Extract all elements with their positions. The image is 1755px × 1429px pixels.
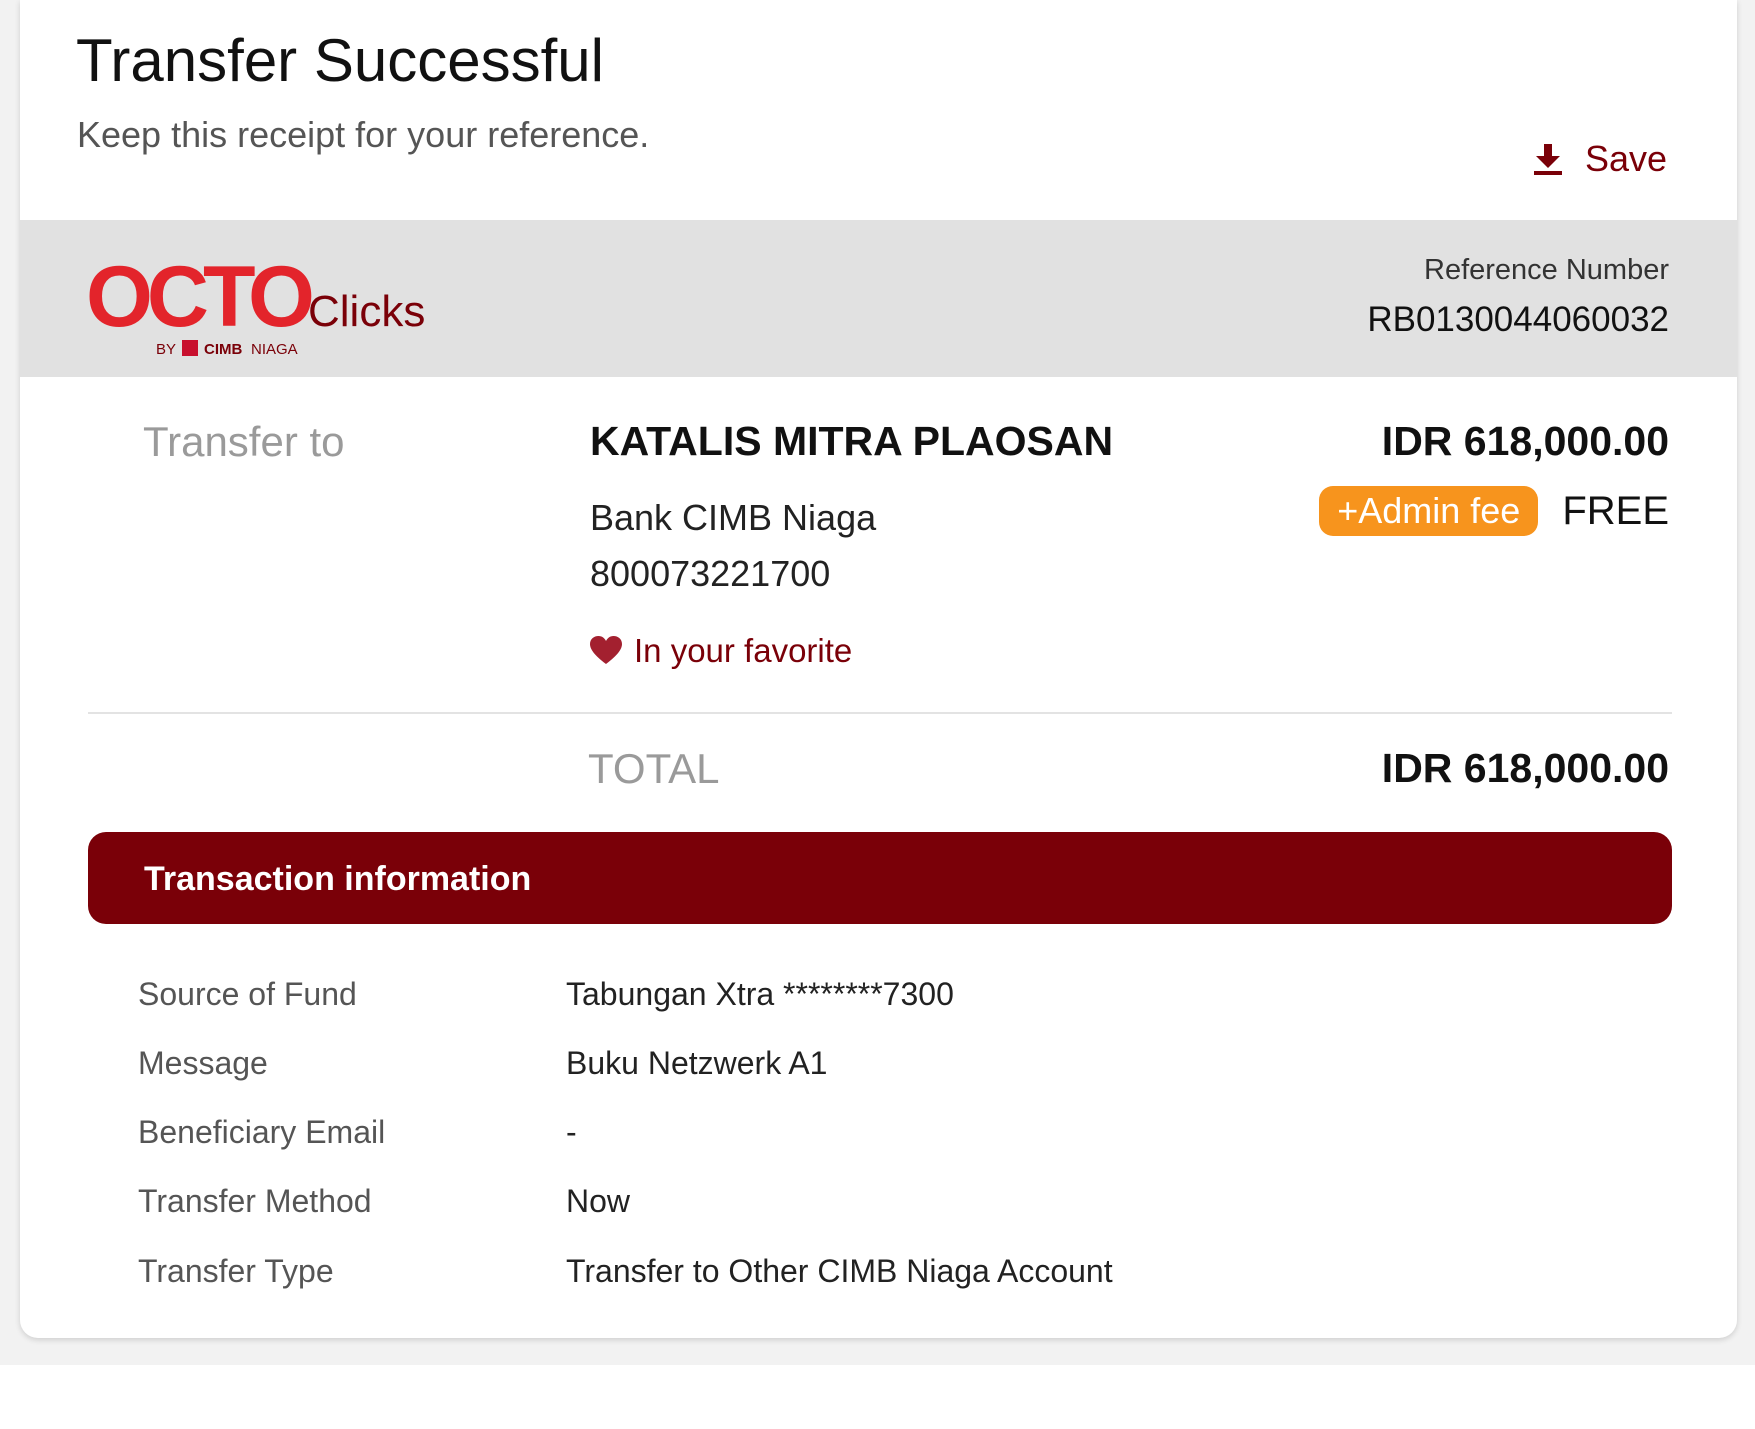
info-label: Message [138,1045,268,1081]
reference-number-value: RB0130044060032 [1367,300,1669,339]
favorite-text: In your favorite [634,632,853,669]
transfer-amount: IDR 618,000.00 [1381,418,1669,464]
svg-text:OCTO: OCTO [86,250,312,345]
page-title: Transfer Successful [76,27,604,94]
page-subtitle: Keep this receipt for your reference. [77,114,650,155]
save-button[interactable]: Save [1533,138,1667,180]
receipt-header-band: OCTO Clicks BY CIMB NIAGA Reference Numb… [20,220,1737,377]
divider [88,712,1672,714]
transaction-info-header: Transaction information [88,832,1672,924]
info-label: Beneficiary Email [138,1114,386,1150]
admin-fee-value: FREE [1562,488,1669,533]
save-label: Save [1584,138,1667,179]
info-value: Tabungan Xtra ********7300 [566,976,954,1012]
receipt-card: Transfer Successful Keep this receipt fo… [20,0,1737,1338]
transaction-info-title: Transaction information [144,860,532,898]
favorite-indicator: In your favorite [590,632,852,670]
info-value: Now [566,1183,631,1219]
info-value: - [566,1114,577,1150]
total-label: TOTAL [588,745,720,792]
info-label: Transfer Type [138,1253,334,1289]
info-value: Buku Netzwerk A1 [566,1045,828,1081]
reference-number-label: Reference Number [1424,254,1669,286]
recipient-account-number: 800073221700 [590,553,831,594]
heart-icon [590,636,622,664]
info-value: Transfer to Other CIMB Niaga Account [566,1253,1113,1289]
svg-text:CIMB: CIMB [204,341,242,358]
info-label: Source of Fund [138,976,357,1012]
admin-fee-row: +Admin fee FREE [1319,486,1669,536]
svg-text:BY: BY [156,341,176,358]
recipient-name: KATALIS MITRA PLAOSAN [590,418,1114,464]
total-value: IDR 618,000.00 [1381,745,1669,791]
download-icon [1533,144,1562,175]
svg-text:Clicks: Clicks [308,287,425,336]
octo-clicks-logo: OCTO Clicks BY CIMB NIAGA [86,250,425,358]
svg-text:NIAGA: NIAGA [251,341,298,358]
info-label: Transfer Method [138,1183,372,1219]
transfer-to-label: Transfer to [143,418,345,465]
recipient-bank: Bank CIMB Niaga [590,497,877,538]
admin-fee-badge: +Admin fee [1319,486,1539,536]
